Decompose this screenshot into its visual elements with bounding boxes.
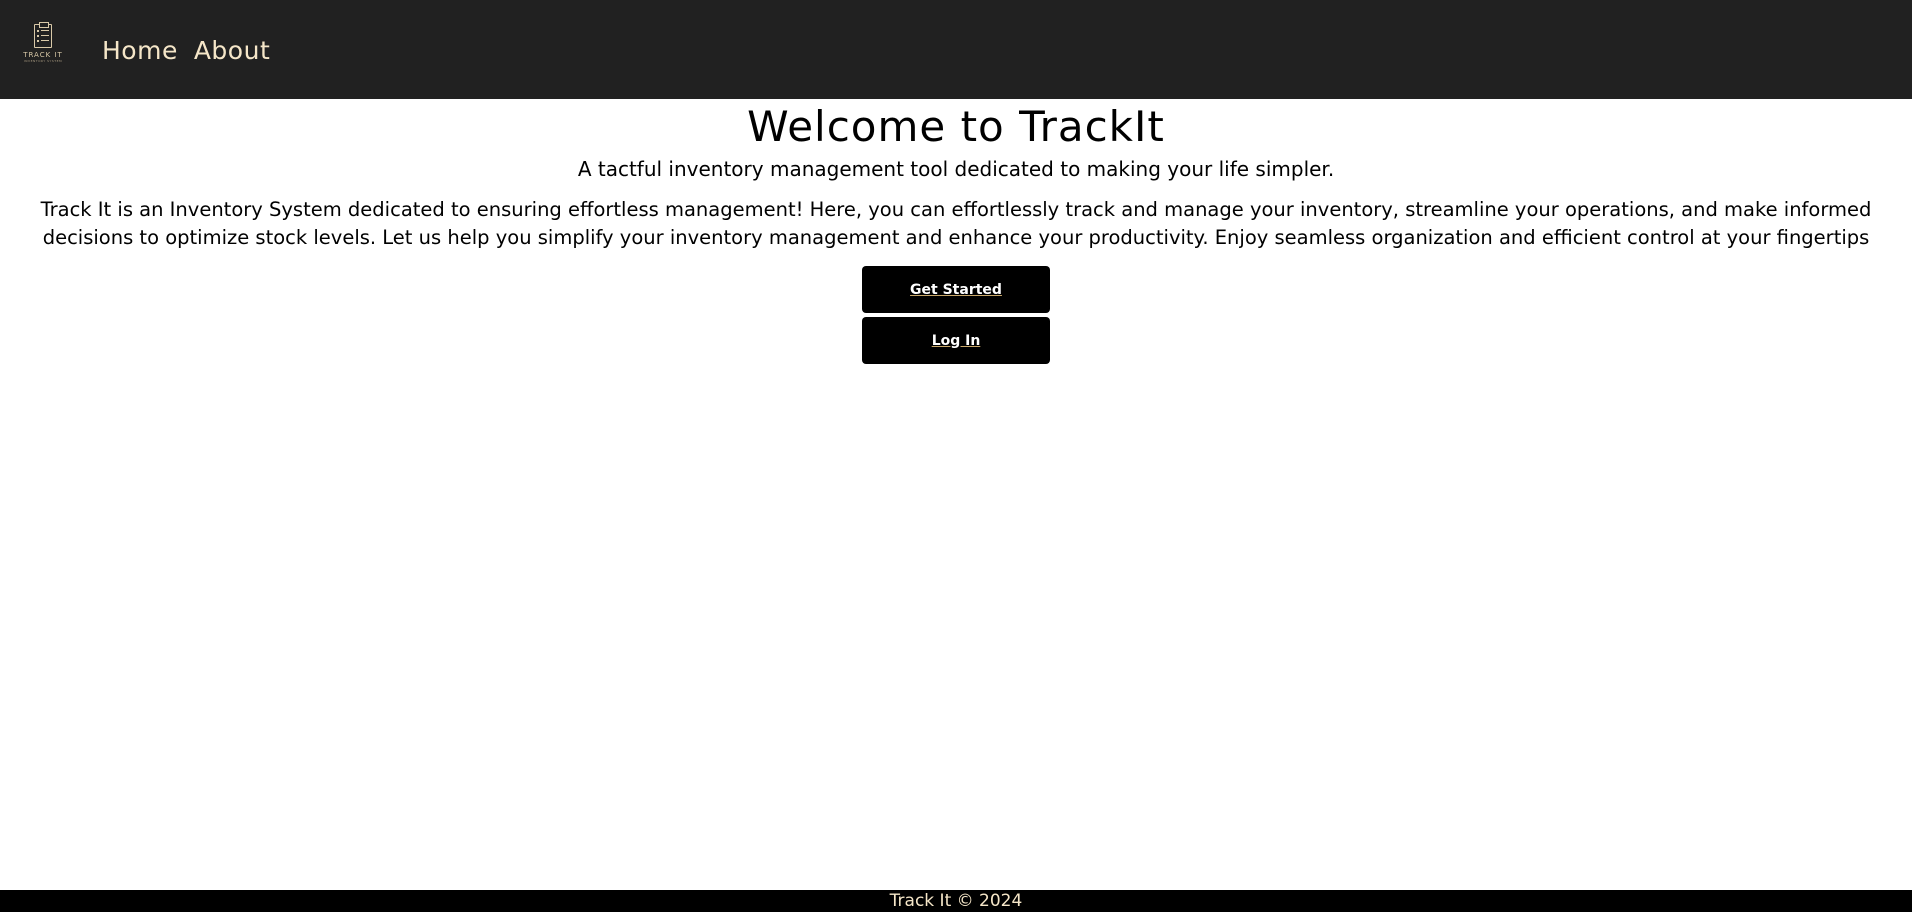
page-title: Welcome to TrackIt [747, 102, 1165, 151]
nav-about-link[interactable]: About [194, 38, 270, 63]
log-in-button[interactable]: Log In [862, 317, 1050, 364]
tagline: A tactful inventory management tool dedi… [577, 157, 1335, 181]
footer-text: Track It © 2024 [889, 891, 1023, 911]
description: Track It is an Inventory System dedicate… [40, 198, 1872, 249]
footer: Track It © 2024 [0, 890, 1912, 912]
nav-home-link[interactable]: Home [102, 38, 178, 63]
nav-links: Home About [102, 38, 270, 63]
get-started-button[interactable]: Get Started [862, 266, 1050, 313]
logo[interactable]: TRACK IT INVENTORY SYSTEM [18, 22, 68, 66]
clipboard-checklist-icon [34, 22, 52, 48]
main-content: Welcome to TrackIt A tactful inventory m… [0, 99, 1912, 364]
logo-subtext: INVENTORY SYSTEM [23, 59, 63, 63]
logo-text: TRACK IT [23, 51, 63, 59]
navbar: TRACK IT INVENTORY SYSTEM Home About [0, 0, 1912, 99]
